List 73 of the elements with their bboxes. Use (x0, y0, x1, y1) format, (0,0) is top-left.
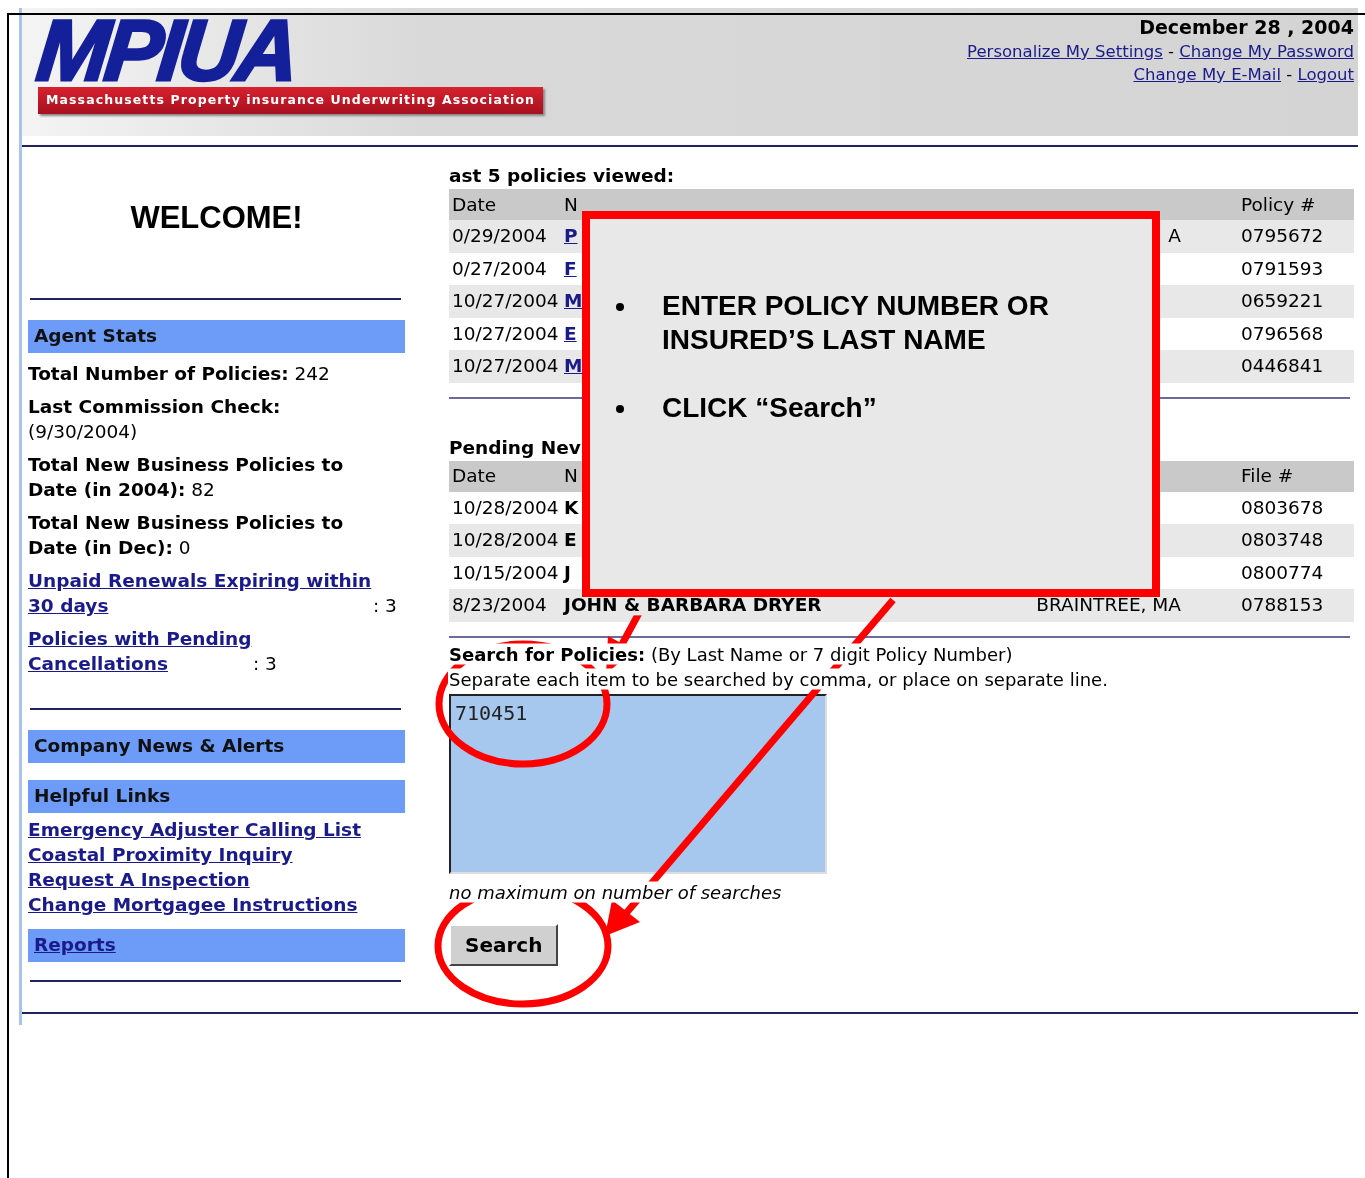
policy-link[interactable]: P (564, 225, 578, 247)
table-cell-text: 0791593 (1241, 256, 1324, 281)
welcome-heading: WELCOME! (130, 200, 303, 235)
policy-link[interactable]: M (564, 355, 583, 377)
header-link[interactable]: Personalize My Settings (967, 42, 1163, 61)
section-header: Company News & Alerts (28, 730, 405, 763)
column-header: File # (1241, 464, 1294, 489)
table-cell-text: 8/23/2004 (452, 593, 547, 618)
helpful-link[interactable]: Emergency Adjuster Calling List (28, 819, 361, 840)
stat-link[interactable]: Policies with Pending Cancellations (28, 626, 253, 676)
table-cell-text: 0788153 (1241, 593, 1324, 618)
search-instructions: Separate each item to be searched by comma, or place on separate line. (449, 668, 1108, 690)
table-cell-text: 0800774 (1241, 560, 1324, 585)
search-field[interactable]: 710451 (449, 693, 827, 874)
column-header: Date (452, 464, 497, 489)
column-header: Policy # (1241, 192, 1316, 217)
table-cell-text: 0/27/2004 (452, 256, 547, 281)
section-header: Helpful Links (28, 780, 405, 813)
header-link[interactable]: Change My E-Mail (1133, 65, 1282, 84)
stat-link[interactable]: Unpaid Renewals Expiring within 30 days (28, 568, 373, 618)
stat-text: Total New Business Policies to Date (in Dec): 0 (28, 512, 344, 558)
helpful-link[interactable]: Coastal Proximity Inquiry (28, 844, 293, 865)
search-button[interactable]: Search (449, 923, 559, 966)
table-cell-text: 0659221 (1241, 289, 1324, 314)
table-cell-text: 0446841 (1241, 354, 1324, 379)
stat-value: (9/30/2004) (28, 421, 138, 442)
table-cell-text: 0796568 (1241, 321, 1324, 346)
table-cell-text: 0795672 (1241, 224, 1324, 249)
logo: MPIUA (34, 16, 299, 84)
column-header: N (564, 192, 578, 217)
separator-text: - (1286, 65, 1293, 84)
table-cell-text: 10/27/2004 (452, 289, 559, 314)
stat-value: : 3 (373, 594, 397, 618)
reports-link[interactable]: Reports (34, 934, 116, 955)
table-title: ast 5 policies viewed: (449, 165, 675, 186)
callout-text: CLICK “Search” (662, 391, 877, 425)
date-text: December 28 , 2004 (1139, 16, 1354, 38)
table-cell: J (564, 561, 571, 583)
bullet-icon (616, 405, 624, 413)
table-cell-text: 10/28/2004 (452, 528, 559, 553)
section-header: Agent Stats (28, 320, 405, 353)
table-cell-text: 10/15/2004 (452, 560, 559, 585)
header-link[interactable]: Logout (1297, 65, 1354, 84)
table-cell: E (564, 529, 577, 551)
column-header: N (564, 464, 578, 489)
stat-value: : 3 (253, 652, 277, 676)
column-header: Date (452, 192, 497, 217)
callout-text: ENTER POLICY NUMBER OR INSURED’S LAST NAME (662, 289, 1050, 357)
table-cell-text: 0803748 (1241, 528, 1324, 553)
table-cell-text: 10/27/2004 (452, 321, 559, 346)
table-cell-text: BRAINTREE, MA (1036, 593, 1181, 618)
header-link[interactable]: Change My Password (1179, 42, 1354, 61)
table-cell-text: 0803678 (1241, 495, 1324, 520)
policy-link[interactable]: E (564, 322, 577, 344)
logo-subtitle: Massachusetts Property insurance Underwriting Association (38, 87, 544, 114)
policy-link[interactable]: M (564, 290, 583, 312)
table-cell-text: 10/27/2004 (452, 354, 559, 379)
stat-text: Total Number of Policies: 242 (28, 363, 330, 384)
stat-text: Total New Business Policies to Date (in 2004): 82 (28, 454, 344, 500)
search-note: no maximum on number of searches (449, 881, 782, 903)
table-title: Pending Nev (449, 436, 581, 458)
separator-text: - (1168, 42, 1174, 61)
table-cell-text: 10/28/2004 (452, 495, 559, 520)
table-cell-text: A (1168, 224, 1181, 249)
bullet-icon (616, 303, 624, 311)
table-cell-text: 0/29/2004 (452, 224, 547, 249)
policy-link[interactable]: F (564, 257, 577, 279)
stat-label: Last Commission Check: (28, 396, 281, 417)
table-cell: K (564, 496, 579, 518)
helpful-link[interactable]: Change Mortgagee Instructions (28, 894, 358, 915)
search-label: Search for Policies: (By Last Name or 7 digit Policy Number) (449, 643, 1013, 665)
table-cell: JOHN & BARBARA DRYER (564, 594, 822, 616)
helpful-link[interactable]: Request A Inspection (28, 869, 250, 890)
